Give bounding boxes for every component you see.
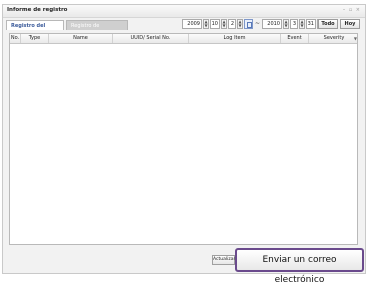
from-month-spinner[interactable]: ▲ ▼: [221, 19, 227, 29]
from-day-field[interactable]: 2: [228, 19, 236, 29]
column-header-no[interactable]: No.: [10, 34, 21, 43]
today-button[interactable]: Hoy: [340, 19, 360, 29]
from-day-spinner[interactable]: ▲ ▼: [237, 19, 243, 29]
all-button[interactable]: Todo: [318, 19, 338, 29]
to-day-field[interactable]: 31: [306, 19, 316, 29]
sort-descending-icon: ▼: [353, 36, 357, 41]
column-header-severity[interactable]: Severity ▼: [309, 34, 359, 43]
title-bar: Informe de registro – ▫ ×: [3, 5, 365, 18]
severity-label: Severity: [323, 35, 345, 41]
to-month-field[interactable]: 3: [290, 19, 298, 29]
column-header-type[interactable]: Type: [21, 34, 49, 43]
from-year-field[interactable]: 2009: [182, 19, 202, 29]
to-month-spinner[interactable]: ▲ ▼: [299, 19, 305, 29]
from-calendar-icon[interactable]: [244, 19, 253, 29]
log-table: No. Type Name UUID/ Serial No. Log Item …: [9, 33, 358, 245]
to-year-field[interactable]: 2010: [262, 19, 282, 29]
window-title: Informe de registro: [7, 7, 68, 13]
to-year-spinner[interactable]: ▲ ▼: [283, 19, 289, 29]
table-header: No. Type Name UUID/ Serial No. Log Item …: [10, 34, 357, 44]
column-header-log-item[interactable]: Log Item: [189, 34, 281, 43]
column-header-event[interactable]: Event: [281, 34, 309, 43]
column-header-uuid[interactable]: UUID/ Serial No.: [113, 34, 189, 43]
range-separator: ~: [255, 20, 261, 27]
window-controls[interactable]: – ▫ ×: [343, 7, 361, 13]
from-year-spinner[interactable]: ▲ ▼: [203, 19, 209, 29]
date-range-filter: 2009 ▲▼ 10 ▲▼ 2 ▲▼ ~ 2010 ▲▼ 3 ▲▼ 31 ▲▼: [0, 19, 368, 29]
update-button[interactable]: Actualizar: [212, 255, 235, 265]
column-header-name[interactable]: Name: [49, 34, 113, 43]
from-month-field[interactable]: 10: [210, 19, 220, 29]
send-email-button[interactable]: Enviar un correo electrónico: [235, 248, 364, 285]
